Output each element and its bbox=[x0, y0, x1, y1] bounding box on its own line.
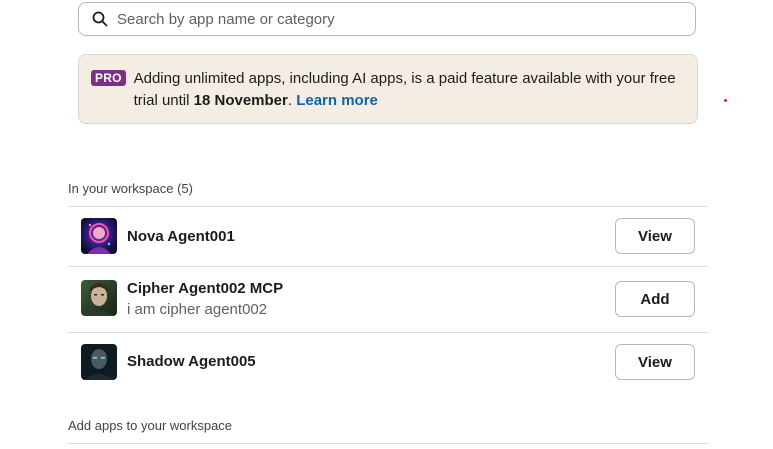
app-description: i am cipher agent002 bbox=[127, 301, 268, 318]
shadow-agent-avatar bbox=[81, 344, 117, 380]
search-icon bbox=[91, 10, 109, 28]
nova-agent-avatar bbox=[81, 218, 117, 254]
view-button[interactable]: View bbox=[615, 344, 695, 380]
pro-upgrade-banner: PRO Adding unlimited apps, including AI … bbox=[78, 54, 698, 124]
workspace-section-label: In your workspace (5) bbox=[68, 181, 193, 196]
search-input[interactable] bbox=[117, 10, 677, 28]
app-row-nova[interactable]: Nova Agent001 View bbox=[68, 207, 708, 266]
app-row-cipher[interactable]: Cipher Agent002 MCP i am cipher agent002… bbox=[68, 267, 708, 332]
app-name: Nova Agent001 bbox=[127, 228, 235, 245]
apps-page: PRO Adding unlimited apps, including AI … bbox=[0, 0, 773, 449]
banner-text-end: . bbox=[287, 92, 297, 109]
banner-message: Adding unlimited apps, including AI apps… bbox=[134, 68, 681, 112]
pro-badge: PRO bbox=[91, 70, 126, 86]
add-button[interactable]: Add bbox=[615, 281, 695, 317]
view-button[interactable]: View bbox=[615, 218, 695, 254]
notification-dot bbox=[724, 99, 727, 102]
app-name: Cipher Agent002 MCP bbox=[127, 280, 284, 297]
learn-more-link[interactable]: Learn more bbox=[296, 92, 378, 109]
add-apps-section-label: Add apps to your workspace bbox=[68, 418, 233, 433]
divider bbox=[68, 443, 708, 444]
app-row-shadow[interactable]: Shadow Agent005 View bbox=[68, 333, 708, 391]
trial-end-date: 18 November bbox=[193, 92, 288, 109]
app-name: Shadow Agent005 bbox=[127, 353, 256, 370]
cipher-agent-avatar bbox=[81, 280, 117, 316]
search-box[interactable] bbox=[78, 2, 696, 36]
